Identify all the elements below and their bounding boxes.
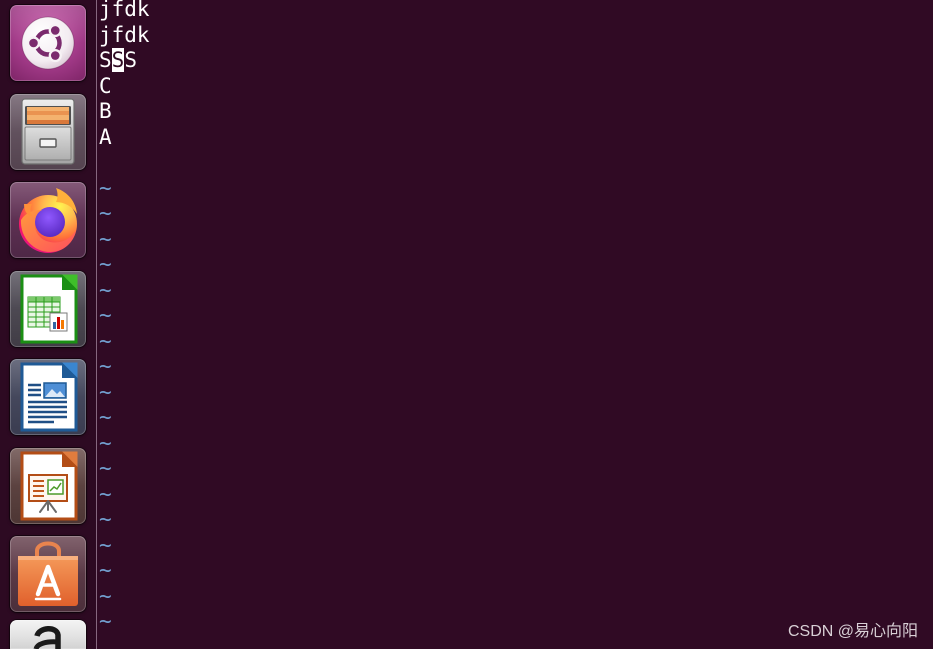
empty-line-tilde: ~ — [99, 532, 112, 557]
editor-line: SSS — [99, 48, 933, 74]
empty-line-tilde: ~ — [99, 354, 112, 378]
editor-line: C — [99, 73, 112, 98]
empty-line-tilde: ~ — [99, 303, 112, 327]
amazon-icon — [33, 626, 61, 649]
editor-line: jfdk — [99, 22, 150, 47]
empty-line-tilde: ~ — [99, 507, 112, 531]
launcher-separator — [96, 0, 97, 649]
empty-line-tilde: ~ — [99, 201, 112, 225]
cursor: S — [111, 48, 125, 72]
watermark: CSDN @易心向阳 — [787, 623, 918, 640]
launcher-item-dash[interactable] — [10, 5, 86, 81]
empty-line-tilde: ~ — [99, 175, 112, 200]
empty-line-tilde: ~ — [99, 252, 112, 276]
vim-editor[interactable]: jfdk jfdk SSS C B A ~ ~ ~ ~ ~ ~ ~ ~ ~ ~ ~ ~ ~ ~ ~ ~ ~ ~ — [99, 0, 933, 649]
launcher-item-firefox[interactable] — [10, 182, 86, 258]
launcher-item-libreoffice-writer[interactable] — [10, 359, 86, 435]
libreoffice-calc-icon — [20, 274, 78, 344]
empty-line-tilde: ~ — [99, 405, 112, 429]
firefox-icon — [19, 188, 77, 253]
editor-line: B — [99, 99, 112, 123]
empty-line-tilde: ~ — [99, 430, 112, 455]
empty-line-tilde: ~ — [99, 379, 112, 404]
editor-line-text: S — [124, 48, 137, 72]
empty-line-tilde: ~ — [99, 481, 112, 506]
desktop: jfdk jfdk SSS C B A ~ ~ ~ ~ ~ ~ ~ ~ ~ ~ ~ ~ ~ ~ ~ ~ ~ ~ CSDN @易… — [0, 0, 933, 649]
empty-line-tilde: ~ — [99, 328, 112, 353]
launcher — [0, 0, 96, 649]
launcher-item-ubuntu-software[interactable] — [10, 536, 86, 612]
files-icon — [21, 98, 75, 165]
empty-line-tilde: ~ — [99, 456, 112, 480]
libreoffice-impress-icon — [20, 451, 78, 521]
launcher-item-libreoffice-impress[interactable] — [10, 448, 86, 524]
ubuntu-software-icon — [18, 541, 78, 606]
empty-line-tilde: ~ — [99, 226, 112, 251]
empty-line-tilde: ~ — [99, 558, 112, 582]
ubuntu-dash-icon — [21, 16, 75, 70]
launcher-item-amazon[interactable] — [10, 620, 86, 649]
editor-line-text: S — [99, 48, 112, 72]
launcher-item-libreoffice-calc[interactable] — [10, 271, 86, 347]
empty-line-tilde: ~ — [99, 583, 112, 608]
launcher-item-files[interactable] — [10, 94, 86, 170]
libreoffice-writer-icon — [20, 362, 78, 432]
editor-line: jfdk — [99, 0, 150, 21]
editor-line: A — [99, 124, 112, 149]
empty-line-tilde: ~ — [99, 277, 112, 302]
